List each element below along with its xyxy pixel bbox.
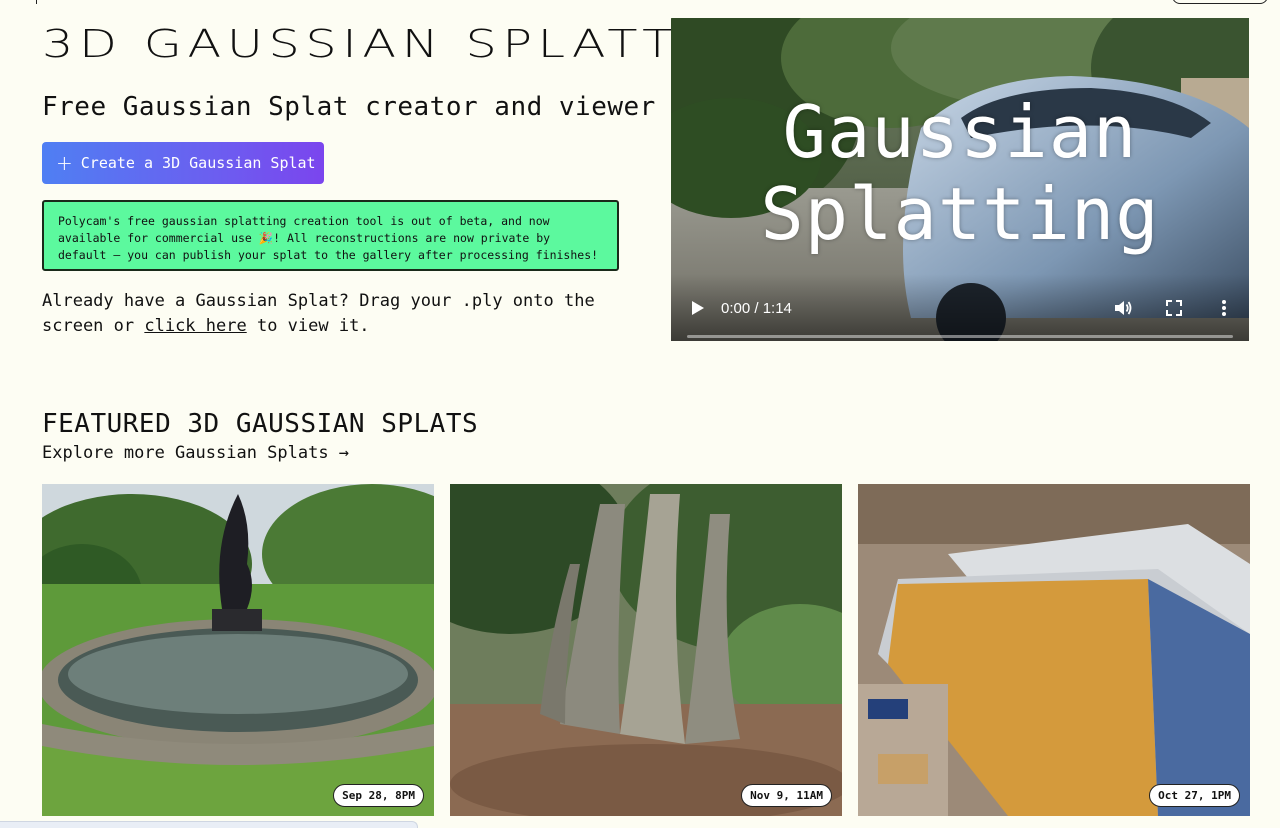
intro-video-player[interactable]: Gaussian Splatting 0:00 / 1:14 (671, 18, 1249, 341)
fountain-thumbnail (42, 484, 434, 816)
video-time: 0:00 / 1:14 (721, 300, 792, 317)
ply-upload-instructions: Already have a Gaussian Splat? Drag your… (42, 289, 642, 339)
date-badge: Nov 9, 11AM (741, 784, 832, 807)
play-icon[interactable] (691, 300, 705, 316)
video-progress-bar[interactable] (687, 335, 1233, 338)
featured-splat-card[interactable]: Sep 28, 8PM (42, 484, 434, 816)
page-subtitle: Free Gaussian Splat creator and viewer (42, 92, 656, 122)
top-left-edge-mark (36, 0, 37, 4)
date-badge: Oct 27, 1PM (1149, 784, 1240, 807)
fullscreen-icon[interactable] (1165, 299, 1183, 317)
plus-icon: + (56, 151, 73, 175)
volume-icon[interactable] (1113, 298, 1133, 318)
featured-heading: FEATURED 3D GAUSSIAN SPLATS (42, 409, 479, 439)
video-overlay-title-line1: Gaussian (782, 90, 1138, 174)
date-badge: Sep 28, 8PM (333, 784, 424, 807)
beta-notice-banner: Polycam's free gaussian splatting creati… (42, 200, 619, 271)
video-controls: 0:00 / 1:14 (671, 274, 1249, 341)
featured-splat-card[interactable]: Oct 27, 1PM (858, 484, 1250, 816)
video-overlay-title-line2: Splatting (760, 172, 1160, 256)
create-splat-button[interactable]: + Create a 3D Gaussian Splat (42, 142, 324, 184)
featured-splat-card[interactable]: Nov 9, 11AM (450, 484, 842, 816)
banyan-tree-thumbnail (450, 484, 842, 816)
ply-text-suffix: to view it. (246, 316, 370, 336)
explore-more-link[interactable]: Explore more Gaussian Splats → (42, 443, 349, 463)
create-splat-button-label: Create a 3D Gaussian Splat (80, 154, 316, 172)
more-options-icon[interactable] (1221, 299, 1227, 317)
header-button-partial[interactable] (1172, 0, 1268, 4)
warehouse-thumbnail (858, 484, 1250, 816)
click-here-link[interactable]: click here (144, 316, 246, 336)
